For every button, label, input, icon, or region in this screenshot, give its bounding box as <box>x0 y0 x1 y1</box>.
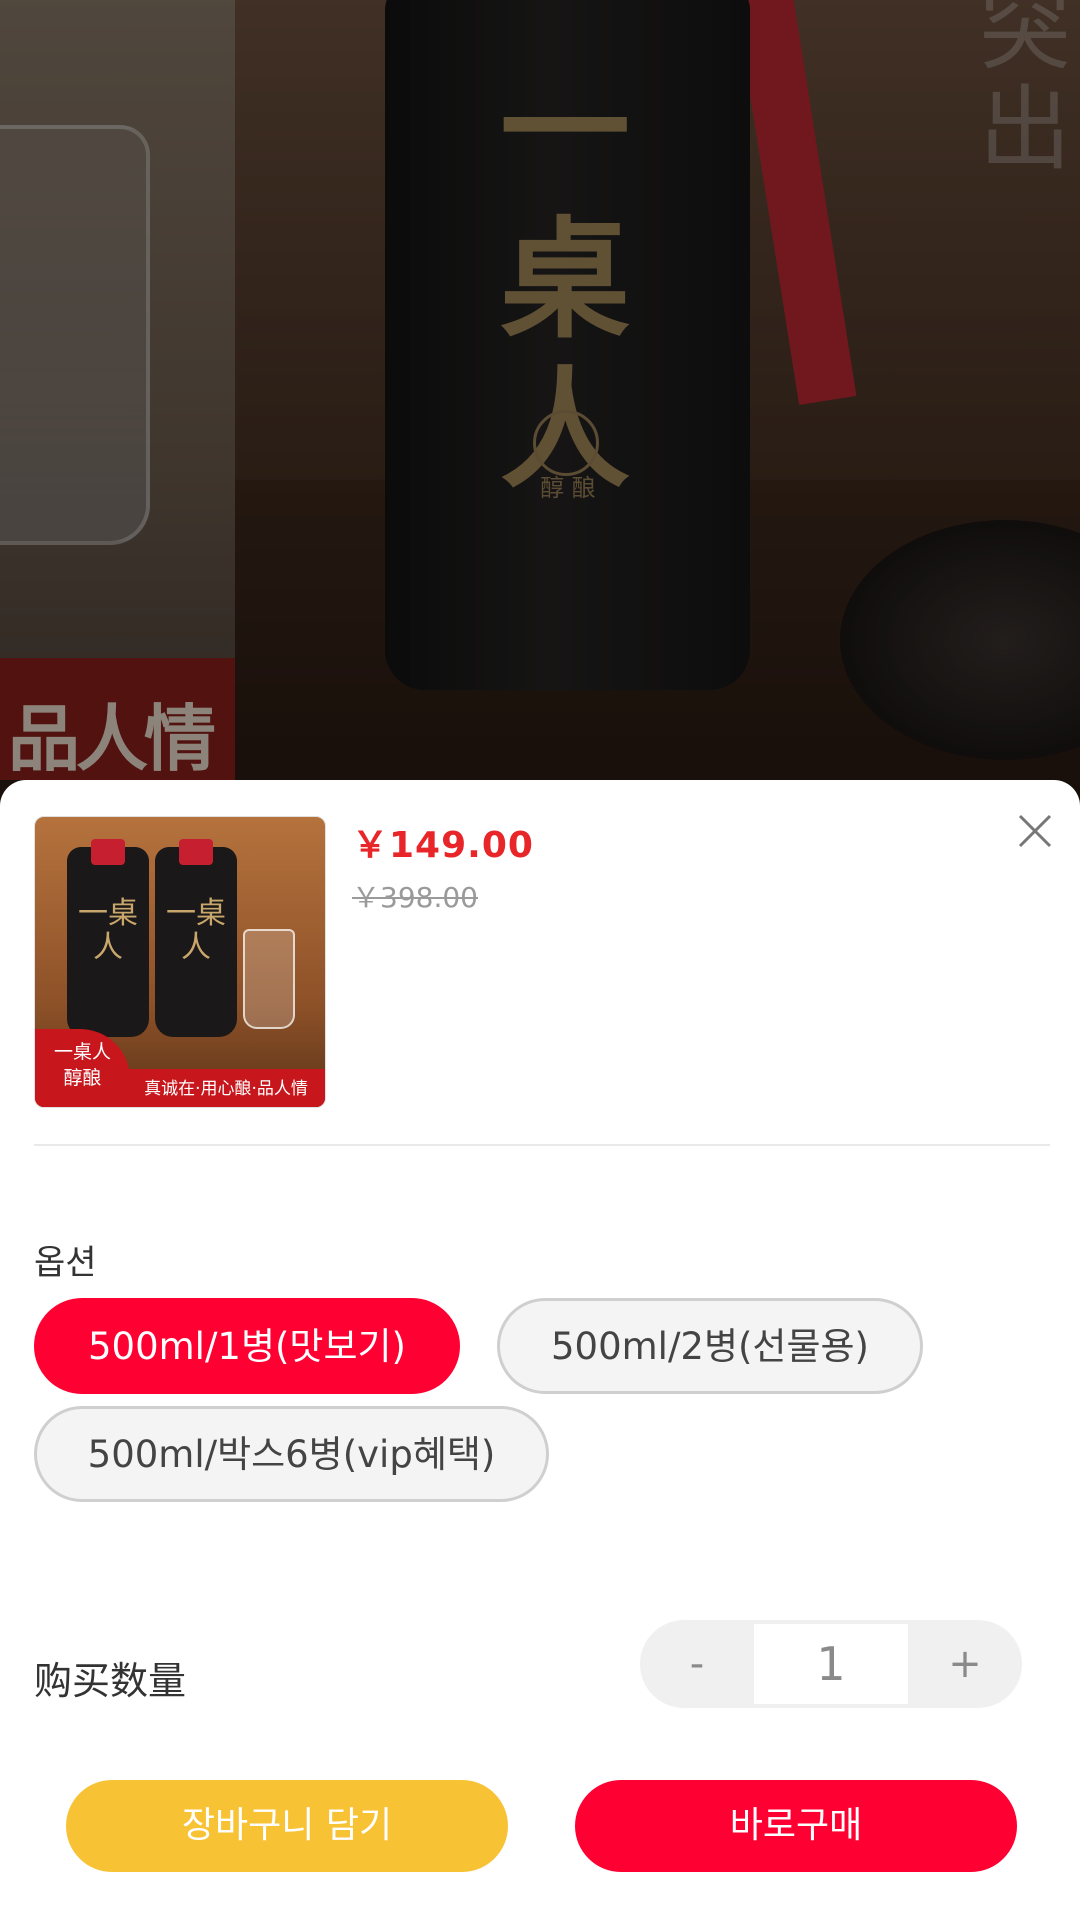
thumb-badge-line2: 醇酿 <box>63 1067 102 1089</box>
quantity-input[interactable]: 1 <box>754 1624 908 1704</box>
option-title: 옵션 <box>34 1243 97 1283</box>
thumb-bottle-cap <box>91 839 125 865</box>
buy-now-button[interactable]: 바로구매 <box>575 1780 1017 1872</box>
thumb-bottle-cap <box>179 839 213 865</box>
original-price: ￥398.00 <box>352 881 478 914</box>
quantity-label: 购买数量 <box>34 1659 187 1703</box>
thumb-bottle-right: 一桌人 <box>155 839 237 1037</box>
sale-price: ￥149.00 <box>352 825 534 866</box>
option-500ml-2[interactable]: 500ml/2병(선물용) <box>497 1298 923 1394</box>
option-500ml-box6[interactable]: 500ml/박스6병(vip혜택) <box>34 1406 549 1502</box>
product-thumbnail: 一桌人 一桌人 一桌人 醇酿 真诚在·用心酿·品人情 <box>34 816 326 1108</box>
close-icon <box>1018 814 1052 848</box>
add-to-cart-button[interactable]: 장바구니 담기 <box>66 1780 508 1872</box>
close-button[interactable] <box>1010 806 1060 856</box>
quantity-minus-button[interactable]: - <box>640 1620 754 1708</box>
overlay-dim[interactable] <box>0 0 1080 800</box>
option-sheet: 一桌人 一桌人 一桌人 醇酿 真诚在·用心酿·品人情 ￥149.00 ￥398.… <box>0 780 1080 1920</box>
thumb-slogan-strip: 真诚在·用心酿·品人情 <box>125 1069 325 1107</box>
thumb-badge: 一桌人 醇酿 <box>35 1029 130 1107</box>
option-500ml-1[interactable]: 500ml/1병(맛보기) <box>34 1298 460 1394</box>
thumb-bottle-label: 一桌人 <box>166 896 226 965</box>
quantity-stepper: - 1 + <box>640 1620 1022 1708</box>
thumb-bottle-label: 一桌人 <box>78 896 138 965</box>
thumb-badge-line1: 一桌人 <box>53 1041 111 1063</box>
quantity-plus-button[interactable]: + <box>908 1620 1022 1708</box>
divider <box>34 1144 1050 1146</box>
product-banner: 品人情 一桌人 醇 酿 突出 <box>0 0 1080 800</box>
thumb-bottle-left: 一桌人 <box>67 839 149 1037</box>
thumb-glass <box>243 929 295 1029</box>
